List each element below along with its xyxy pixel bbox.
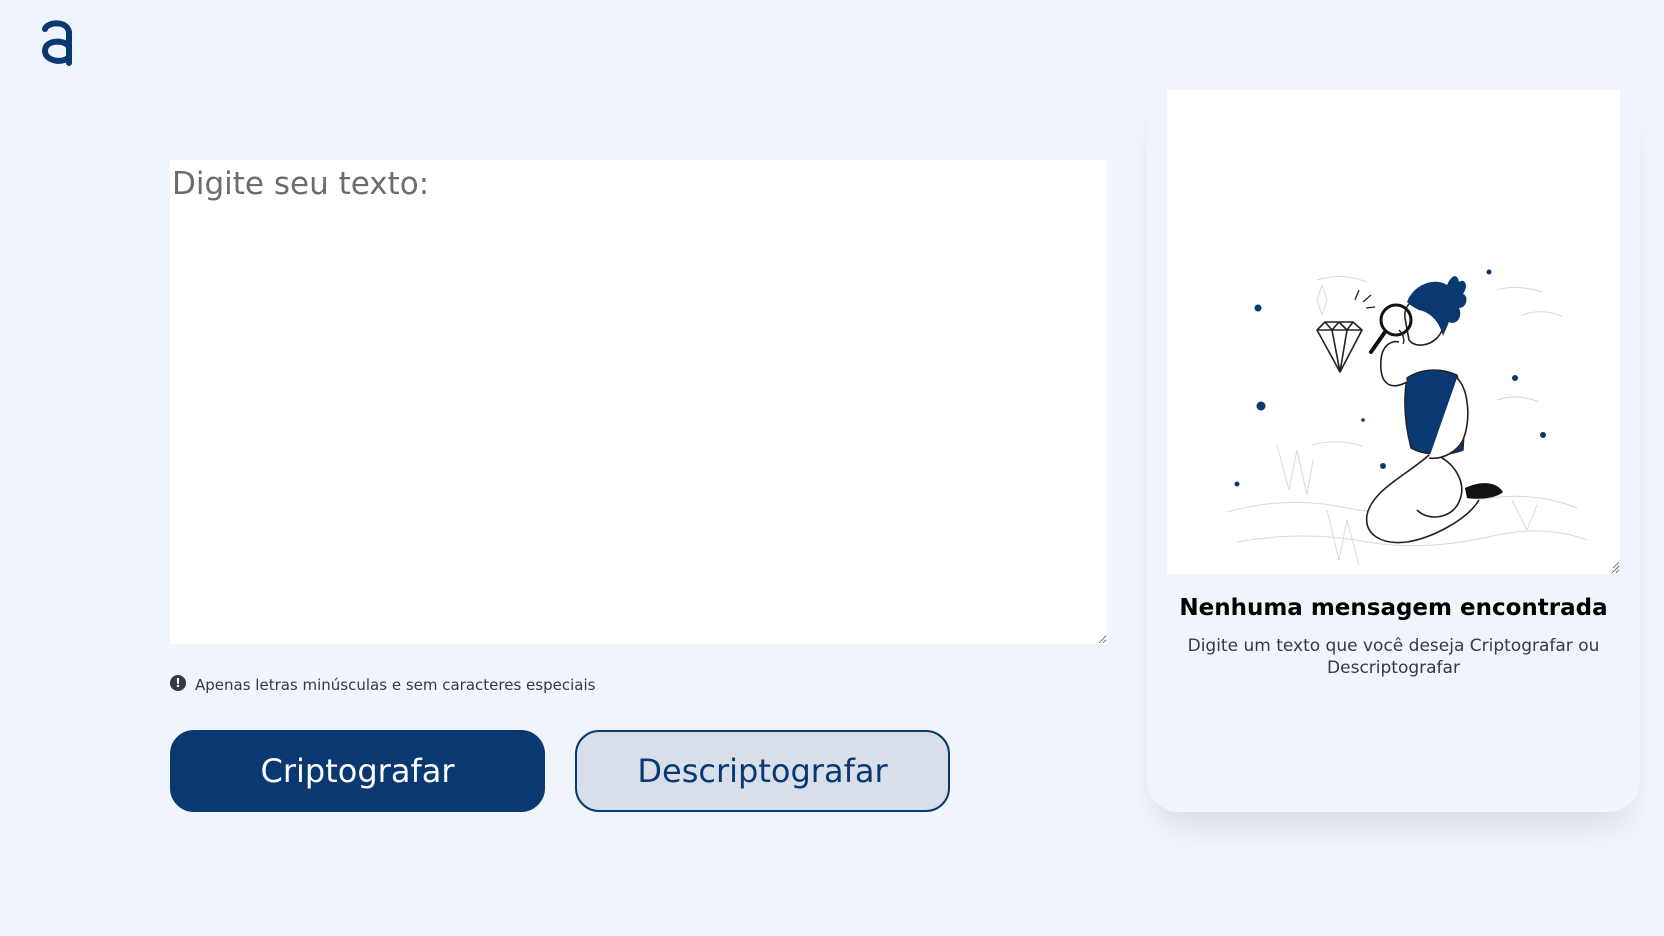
output-subtitle: Digite um texto que você deseja Criptogr… (1187, 636, 1600, 678)
output-card: Nenhuma mensagem encontrada Digite um te… (1147, 90, 1640, 812)
input-hint: ! Apenas letras minúsculas e sem caracte… (170, 675, 596, 694)
person-magnifying-glass-illustration (1226, 269, 1620, 571)
exclamation-circle-icon: ! (170, 675, 186, 691)
logo-icon (41, 20, 72, 66)
text-input[interactable] (170, 160, 1107, 644)
output-title: Nenhuma mensagem encontrada (1179, 595, 1608, 621)
decrypt-button[interactable]: Descriptografar (575, 730, 950, 812)
encrypt-button[interactable]: Criptografar (170, 730, 545, 812)
hint-text: Apenas letras minúsculas e sem caractere… (195, 676, 596, 694)
output-area[interactable] (1167, 90, 1620, 574)
